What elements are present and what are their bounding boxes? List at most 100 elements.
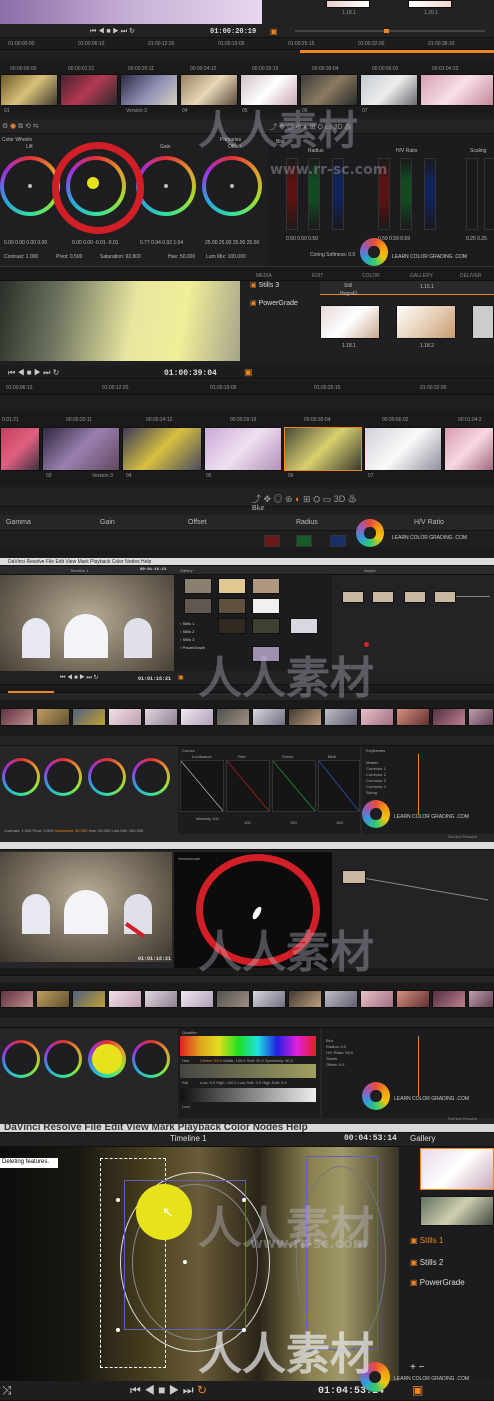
- clip-thumbnail[interactable]: [360, 708, 394, 726]
- still-thumb[interactable]: [396, 305, 456, 339]
- clip-thumbnail[interactable]: [216, 990, 250, 1008]
- clip-thumbnail[interactable]: [36, 708, 70, 726]
- hue-bar[interactable]: [180, 1036, 316, 1056]
- transport-controls[interactable]: ⏮ ◀ ■ ▶ ⏭ ↻: [130, 1383, 207, 1398]
- clip-thumbnail[interactable]: [108, 990, 142, 1008]
- lift-wheel-puck[interactable]: [28, 184, 32, 188]
- clip-thumbnail[interactable]: [144, 990, 178, 1008]
- radius-slider-blue[interactable]: [330, 535, 346, 547]
- still-thumb[interactable]: [420, 1148, 494, 1190]
- offset-wheel-puck[interactable]: [230, 184, 234, 188]
- clip-thumbnail[interactable]: [396, 990, 430, 1008]
- clip-thumbnail[interactable]: [288, 990, 322, 1008]
- node-1[interactable]: [342, 870, 366, 884]
- still-thumb[interactable]: [472, 305, 494, 339]
- keyframe-playhead[interactable]: [418, 754, 419, 814]
- clip-thumbnail[interactable]: [432, 708, 466, 726]
- bottom-params[interactable]: Contrast: 1.000 Pivot: 0.500 Saturation:…: [4, 828, 143, 833]
- still-thumb[interactable]: [252, 618, 280, 634]
- powergrade-item[interactable]: ▣ PowerGrade: [410, 1278, 465, 1287]
- still-thumb[interactable]: [184, 578, 212, 594]
- clip-thumbnail[interactable]: [36, 990, 70, 1008]
- still-thumb[interactable]: [290, 618, 318, 634]
- keyframe-playhead[interactable]: [418, 1036, 419, 1096]
- gain-wheel-highlight[interactable]: [92, 1044, 122, 1074]
- gain-wheel-puck[interactable]: [164, 184, 168, 188]
- clip-thumbnail[interactable]: [432, 990, 466, 1008]
- clip-thumbnail[interactable]: [42, 427, 120, 471]
- clip-thumbnail[interactable]: [396, 708, 430, 726]
- node-2[interactable]: [372, 591, 394, 603]
- window-handle[interactable]: [116, 1328, 120, 1332]
- still-thumb[interactable]: [408, 0, 452, 8]
- timeline-ruler[interactable]: [0, 38, 494, 50]
- tab-edit[interactable]: EDIT: [312, 273, 323, 279]
- transport-controls[interactable]: ⏮ ◀ ■ ▶ ⏭ ↻: [90, 27, 135, 36]
- menu-items[interactable]: DaVinci Resolve File Edit View Mark Play…: [8, 559, 151, 565]
- clip-thumbnail[interactable]: [60, 74, 118, 106]
- clip-thumbnail[interactable]: [252, 708, 286, 726]
- clip-thumbnail[interactable]: [444, 427, 494, 471]
- tab-deliver[interactable]: DELIVER: [460, 273, 481, 279]
- luminance-curve[interactable]: [180, 760, 224, 812]
- tab-gallery[interactable]: GALLERY: [410, 273, 433, 279]
- clip-thumbnail[interactable]: [72, 708, 106, 726]
- still-thumb[interactable]: [320, 305, 380, 339]
- clip-thumbnail[interactable]: [0, 427, 40, 471]
- blur-tool-icons[interactable]: ⤴ ✥ ◎ ⊛ ◐ ⊞ ⛭ ▭ 3D ♨: [252, 492, 357, 505]
- clip-thumbnail[interactable]: [468, 708, 494, 726]
- clip-thumbnail[interactable]: [0, 708, 34, 726]
- clip-thumbnail[interactable]: [122, 427, 202, 471]
- coring-softness[interactable]: Coring Softness: 0.0: [310, 252, 355, 258]
- menu-items[interactable]: DaVinci Resolve File Edit View Mark Play…: [4, 1124, 308, 1133]
- still-thumb[interactable]: [252, 578, 280, 594]
- still-thumb[interactable]: [218, 578, 246, 594]
- tab-color[interactable]: COLOR: [362, 273, 380, 279]
- clip-thumbnail[interactable]: [0, 990, 34, 1008]
- scrub-bar[interactable]: [295, 30, 485, 32]
- transport-controls[interactable]: ⏮ ◀ ■ ▶ ⏭ ↻: [8, 368, 59, 378]
- hv-slider-green[interactable]: [400, 158, 412, 230]
- radius-slider-red[interactable]: [264, 535, 280, 547]
- clip-thumbnail[interactable]: [360, 990, 394, 1008]
- transport-controls[interactable]: ⏮ ◀ ■ ▶ ⏭ ↻: [60, 674, 99, 682]
- clip-thumbnail[interactable]: [72, 990, 106, 1008]
- contrast-value[interactable]: Contrast: 1.000: [4, 254, 38, 260]
- palette-tool-icons[interactable]: ⚙ ⊕ ⧉ ⟲ ⇆: [2, 122, 39, 131]
- red-curve[interactable]: [226, 760, 270, 812]
- clip-thumbnail-selected[interactable]: [284, 427, 362, 471]
- still-thumb[interactable]: [420, 1196, 494, 1226]
- clip-thumbnail[interactable]: [324, 708, 358, 726]
- still-thumb[interactable]: [218, 618, 246, 634]
- tab-media[interactable]: MEDIA: [256, 273, 272, 279]
- sat-bar[interactable]: [180, 1064, 316, 1078]
- wheels-tool-icon[interactable]: ◉: [10, 122, 16, 130]
- grab-still-icon[interactable]: ▣: [270, 27, 278, 36]
- clip-thumbnail[interactable]: [108, 708, 142, 726]
- grab-still-icon[interactable]: ▣: [412, 1383, 423, 1397]
- still-thumb[interactable]: [184, 598, 212, 614]
- green-curve[interactable]: [272, 760, 316, 812]
- clip-thumbnail[interactable]: [204, 427, 282, 471]
- lum-bar[interactable]: [180, 1088, 316, 1102]
- clip-thumbnail[interactable]: [252, 990, 286, 1008]
- clip-thumbnail[interactable]: [180, 708, 214, 726]
- still-thumb[interactable]: [218, 598, 246, 614]
- blue-curve[interactable]: [318, 760, 360, 812]
- clip-thumbnail[interactable]: [0, 74, 58, 106]
- stills-1-item[interactable]: ▣ Stills 1: [410, 1236, 443, 1245]
- clip-thumbnail[interactable]: [180, 990, 214, 1008]
- stills-3-item[interactable]: ▣ Stills 3: [250, 281, 279, 289]
- hue-value[interactable]: Hue: 50.000: [168, 254, 195, 260]
- node-1[interactable]: [342, 591, 364, 603]
- clip-thumbnail[interactable]: [364, 427, 442, 471]
- add-album-icon[interactable]: + −: [410, 1362, 424, 1373]
- stills-2-item[interactable]: ▣ Stills 2: [410, 1258, 443, 1267]
- clip-thumbnail[interactable]: [420, 74, 494, 106]
- scaling-slider-green[interactable]: [484, 158, 494, 230]
- node-3[interactable]: [404, 591, 426, 603]
- shuffle-icon[interactable]: ⤨: [2, 1383, 12, 1398]
- grab-still-icon[interactable]: ▣: [178, 674, 184, 681]
- clip-thumbnail[interactable]: [216, 708, 250, 726]
- hv-slider-blue[interactable]: [424, 158, 436, 230]
